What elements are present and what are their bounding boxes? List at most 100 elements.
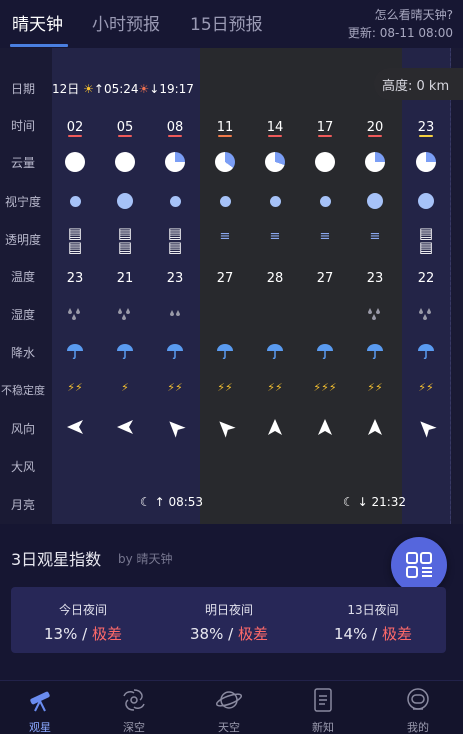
row-label-moon: 月亮 [10, 498, 35, 512]
seeing-dot-icon [319, 195, 331, 207]
index-day-value: 38% / 极差 [169, 623, 289, 644]
wind-cell [250, 418, 300, 436]
row-label-precipitation: 降水 [10, 346, 35, 360]
weather-grid[interactable]: 日期 时间 云量 视宁度 透明度 温度 湿度 降水 不稳定度 风向 大风 月亮 … [0, 48, 463, 524]
temperature-value: 23 [166, 271, 184, 286]
cloud-cell [350, 152, 400, 172]
index-day-13th: 13日夜间 14% / 极差 [313, 587, 433, 644]
nav-profile[interactable]: 我的 [388, 687, 448, 734]
temperature-cell: 28 [250, 267, 300, 286]
index-percent: 38% [190, 625, 224, 643]
temperature-cell: 27 [300, 267, 350, 286]
instability-cell: ⚡⚡⚡ [300, 381, 350, 394]
transparency-low-icon: ≡ [369, 229, 381, 244]
seeing-dot-icon [169, 195, 181, 207]
index-day-label: 明日夜间 [204, 603, 253, 617]
nav-stargazing[interactable]: 观星 [10, 687, 70, 734]
moonset-arrow: ↓ [357, 495, 368, 509]
transparency-high-icon: ▤ ▤ [117, 224, 133, 256]
instability-cell: ⚡⚡ [401, 381, 451, 394]
hour-label: 02 [66, 120, 84, 135]
grid-list-icon [406, 552, 432, 578]
hour-label: 14 [266, 120, 284, 135]
sun-icon: ☀ [83, 82, 94, 96]
altitude-chip[interactable]: 高度: 0 km [374, 68, 463, 100]
umbrella-icon [367, 344, 383, 360]
transparency-cell: ≡ [300, 230, 350, 244]
index-day-tonight: 今日夜间 13% / 极差 [23, 587, 143, 644]
hour-cell: 08 [150, 116, 200, 137]
row-label-humidity: 湿度 [10, 308, 35, 322]
hour-cell: 02 [50, 116, 100, 137]
galaxy-icon [123, 689, 145, 711]
lightning-icon: ⚡⚡ [67, 381, 83, 394]
index-percent: 14% [334, 625, 368, 643]
transparency-high-icon: ▤ ▤ [418, 224, 434, 256]
umbrella-icon [317, 344, 333, 360]
wind-arrow-icon [268, 419, 282, 435]
cloud-cell [250, 152, 300, 172]
seeing-cell [200, 193, 250, 207]
humidity-drops-icon [368, 308, 380, 320]
nav-label: 观星 [29, 721, 51, 734]
cloud-cover-icon [115, 152, 135, 172]
stargazing-index-title: 3日观星指数 [11, 550, 102, 569]
index-separator: / [372, 625, 378, 643]
cloud-cover-icon [215, 152, 235, 172]
temperature-value: 28 [266, 271, 284, 286]
grid-menu-button[interactable] [391, 537, 447, 593]
row-label-seeing: 视宁度 [4, 195, 41, 209]
transparency-low-icon: ≡ [319, 229, 331, 244]
seeing-dot-icon [367, 193, 383, 209]
cloud-cell [150, 152, 200, 172]
hour-quality-bar [218, 135, 232, 137]
nav-label: 我的 [407, 721, 429, 734]
seeing-dot-icon [269, 195, 281, 207]
precipitation-cell [150, 343, 200, 363]
humidity-cell [100, 306, 150, 325]
bottom-navigation: 观星 深空 天空 新知 我的 [0, 680, 463, 734]
nav-knowledge[interactable]: 新知 [293, 687, 353, 734]
humidity-drops-icon [68, 308, 80, 320]
seeing-cell [300, 193, 350, 207]
row-label-wind-direction: 风向 [10, 422, 35, 436]
index-rating: 极差 [381, 625, 412, 643]
header-info: 怎么看晴天钟? 更新: 08-11 08:00 [348, 6, 453, 42]
nav-label: 深空 [123, 721, 145, 734]
cloud-cell [200, 152, 250, 172]
lightning-icon: ⚡ [121, 381, 129, 394]
update-time: 更新: 08-11 08:00 [347, 26, 453, 40]
temperature-cell: 22 [401, 267, 451, 286]
nav-deep-sky[interactable]: 深空 [104, 687, 164, 734]
index-percent: 13% [44, 625, 78, 643]
tab-clear-sky-clock[interactable]: 晴天钟 [12, 10, 63, 35]
seeing-cell [401, 193, 451, 209]
cloud-cell [401, 152, 451, 172]
tab-hourly-forecast[interactable]: 小时预报 [92, 10, 160, 35]
stargazing-index-card: 今日夜间 13% / 极差 明日夜间 38% / 极差 13日夜间 14% / … [11, 587, 446, 653]
moonrise: ☾ ↑ 08:53 [140, 495, 203, 509]
index-separator: / [82, 625, 88, 643]
tab-15day-forecast[interactable]: 15日预报 [190, 10, 263, 35]
hour-cell: 14 [250, 116, 300, 137]
humidity-drops-icon [170, 310, 180, 316]
transparency-high-icon: ▤ ▤ [67, 224, 83, 256]
moonset-time: 21:32 [371, 495, 407, 509]
umbrella-icon [67, 344, 83, 360]
cloud-cover-icon [165, 152, 185, 172]
precipitation-cell [100, 343, 150, 363]
index-rating: 极差 [91, 625, 122, 643]
help-link[interactable]: 怎么看晴天钟? [348, 6, 453, 24]
temperature-value: 27 [216, 271, 234, 286]
humidity-drops-icon [419, 308, 431, 320]
temperature-value: 23 [66, 271, 84, 286]
umbrella-icon [167, 344, 183, 360]
lightning-icon: ⚡⚡ [267, 381, 283, 394]
wind-cell [100, 418, 150, 436]
humidity-cell [401, 306, 451, 325]
seeing-dot-icon [418, 193, 434, 209]
wind-cell [350, 418, 400, 436]
precipitation-cell [401, 343, 451, 363]
nav-sky[interactable]: 天空 [199, 687, 259, 734]
seeing-dot-icon [69, 195, 81, 207]
